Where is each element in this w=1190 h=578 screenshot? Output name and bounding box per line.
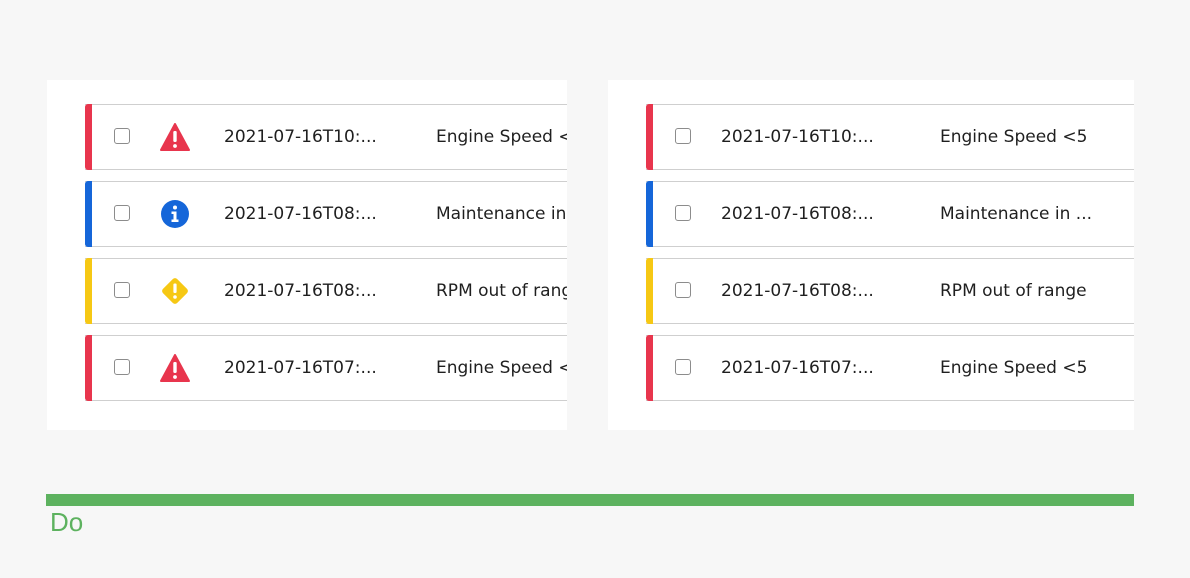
severity-bar-alarm [85,335,92,401]
row-checkbox[interactable] [675,205,691,221]
severity-bar-alarm [85,104,92,170]
severity-bar-alarm [646,335,653,401]
event-timestamp: 2021-07-16T08:... [721,281,874,301]
event-row[interactable]: 2021-07-16T07:... Engine Speed <5 [646,335,1134,401]
severity-bar-alarm [646,104,653,170]
event-message: RPM out of range [940,281,1087,301]
row-checkbox[interactable] [114,359,130,375]
event-timestamp: 2021-07-16T08:... [224,204,377,224]
event-row[interactable]: 2021-07-16T10:... Engine Speed <5 [85,104,567,170]
event-timestamp: 2021-07-16T08:... [721,204,874,224]
event-message: RPM out of range [436,281,567,301]
row-checkbox[interactable] [114,205,130,221]
severity-bar-info [85,181,92,247]
event-row[interactable]: 2021-07-16T08:... Maintenance in [85,181,567,247]
event-row[interactable]: 2021-07-16T10:... Engine Speed <5 [646,104,1134,170]
event-timestamp: 2021-07-16T10:... [224,127,377,147]
left-example-panel: 2021-07-16T10:... Engine Speed <5 2021-0… [47,80,567,430]
event-row[interactable]: 2021-07-16T08:... RPM out of range [85,258,567,324]
row-checkbox[interactable] [114,128,130,144]
event-message: Engine Speed <5 [436,358,567,378]
warning-diamond-icon [159,276,191,306]
event-timestamp: 2021-07-16T07:... [224,358,377,378]
do-caption: Do [50,507,84,537]
alarm-triangle-icon [159,122,191,152]
row-checkbox[interactable] [675,359,691,375]
event-timestamp: 2021-07-16T07:... [721,358,874,378]
event-message: Maintenance in ... [940,204,1092,224]
event-row[interactable]: 2021-07-16T08:... Maintenance in ... [646,181,1134,247]
event-row[interactable]: 2021-07-16T07:... Engine Speed <5 [85,335,567,401]
row-checkbox[interactable] [114,282,130,298]
do-indicator-bar [46,494,1134,506]
severity-bar-warning [646,258,653,324]
event-timestamp: 2021-07-16T10:... [721,127,874,147]
right-example-panel: 2021-07-16T10:... Engine Speed <5 2021-0… [608,80,1134,430]
row-checkbox[interactable] [675,128,691,144]
info-circle-icon [159,199,191,229]
severity-bar-warning [85,258,92,324]
event-message: Maintenance in [436,204,567,224]
event-row[interactable]: 2021-07-16T08:... RPM out of range [646,258,1134,324]
event-message: Engine Speed <5 [436,127,567,147]
severity-bar-info [646,181,653,247]
event-message: Engine Speed <5 [940,358,1088,378]
event-timestamp: 2021-07-16T08:... [224,281,377,301]
alarm-triangle-icon [159,353,191,383]
event-message: Engine Speed <5 [940,127,1088,147]
row-checkbox[interactable] [675,282,691,298]
